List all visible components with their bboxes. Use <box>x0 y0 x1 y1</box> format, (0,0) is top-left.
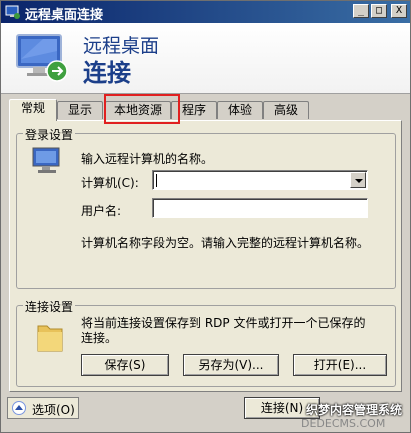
minimize-button[interactable]: _ <box>353 4 369 18</box>
expand-up-icon <box>12 401 26 415</box>
watermark-url: DEDECMS.COM <box>301 417 386 430</box>
folder-icon <box>37 325 63 352</box>
tab-general[interactable]: 常规 <box>9 99 57 121</box>
chevron-down-icon[interactable] <box>350 172 366 188</box>
tab-experience[interactable]: 体验 <box>217 101 263 119</box>
login-settings-group: 登录设置 输入远程计算机的名称。 计算机(C): 用户名: 计算机名称字段为空。… <box>16 126 396 289</box>
connection-description: 将当前连接设置保存到 RDP 文件或打开一个已保存的连接。 <box>81 316 366 346</box>
save-button[interactable]: 保存(S) <box>81 354 169 376</box>
username-label: 用户名: <box>81 204 122 218</box>
tab-advanced[interactable]: 高级 <box>263 101 309 119</box>
options-button[interactable]: 选项(O) <box>7 397 79 419</box>
watermark-text: 织梦内容管理系统 <box>306 403 403 417</box>
close-button[interactable]: X <box>391 4 407 18</box>
connection-settings-label: 连接设置 <box>23 298 76 315</box>
computer-name-instruction: 输入远程计算机的名称。 <box>81 152 214 166</box>
remote-desktop-logo-icon <box>16 34 68 82</box>
connection-settings-group: 连接设置 将当前连接设置保存到 RDP 文件或打开一个已保存的连接。 保存(S)… <box>16 298 396 387</box>
window-title: 远程桌面连接 <box>25 8 104 23</box>
highlight-box <box>104 94 180 124</box>
tab-panel-general: 登录设置 输入远程计算机的名称。 计算机(C): 用户名: 计算机名称字段为空。… <box>9 120 402 392</box>
connection-description-text: 将当前连接设置保存到 RDP 文件或打开一个已保存的连接。 <box>81 316 366 345</box>
remote-desktop-icon <box>5 5 20 19</box>
empty-computer-hint: 计算机名称字段为空。请输入完整的远程计算机名称。 <box>81 236 370 250</box>
text-cursor <box>156 174 157 187</box>
open-button[interactable]: 打开(E)... <box>293 354 387 376</box>
banner-subtitle: 连接 <box>83 59 131 87</box>
tab-strip: 常规 显示 本地资源 程序 体验 高级 <box>9 99 404 121</box>
computer-label: 计算机(C): <box>81 176 139 190</box>
remote-desktop-window: 远程桌面连接 _ □ X 远程桌面 连接 常规 显示 本地资源 程序 体验 高级… <box>0 0 411 433</box>
options-label: 选项(O) <box>32 403 75 417</box>
title-bar[interactable]: 远程桌面连接 _ □ X <box>1 1 410 23</box>
computer-icon <box>32 147 60 173</box>
username-field[interactable] <box>152 198 368 218</box>
maximize-button[interactable]: □ <box>371 4 387 18</box>
login-settings-label: 登录设置 <box>23 126 76 143</box>
tab-display[interactable]: 显示 <box>57 101 103 119</box>
computer-combobox[interactable] <box>152 170 368 190</box>
header-banner: 远程桌面 连接 <box>1 23 410 94</box>
save-as-button[interactable]: 另存为(V)... <box>183 354 279 376</box>
